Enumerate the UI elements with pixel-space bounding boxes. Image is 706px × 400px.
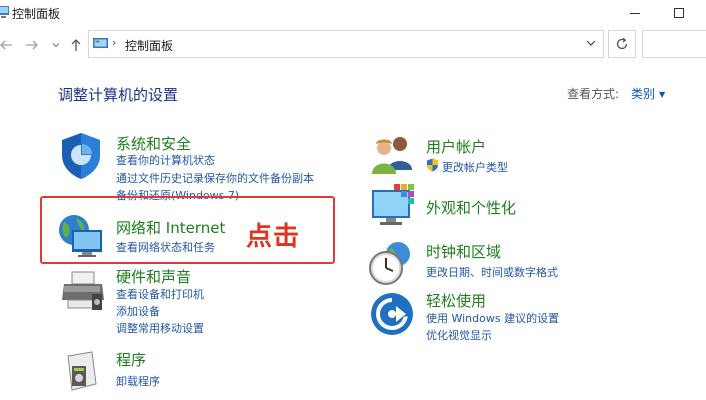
link-change-account-type[interactable]: 更改帐户类型	[442, 159, 508, 175]
minimize-button[interactable]	[612, 0, 658, 26]
link-add-device[interactable]: 添加设备	[116, 303, 160, 319]
link-recommended-settings[interactable]: 使用 Windows 建议的设置	[426, 310, 559, 326]
control-panel-icon	[0, 6, 9, 18]
view-by-label: 查看方式:	[567, 87, 620, 101]
refresh-icon	[616, 37, 628, 50]
annotation-click-label: 点击	[246, 222, 301, 252]
back-arrow-icon	[0, 40, 12, 50]
uac-shield-icon	[427, 158, 438, 172]
ease-of-access-icon[interactable]	[370, 292, 414, 336]
category-clock-region[interactable]: 时钟和区域	[426, 241, 501, 262]
forward-arrow-icon	[26, 40, 38, 50]
clock-globe-icon[interactable]	[368, 240, 414, 286]
control-panel-icon	[93, 38, 108, 48]
back-button[interactable]	[0, 35, 16, 55]
category-ease-of-access[interactable]: 轻松使用	[426, 290, 486, 311]
appearance-icon[interactable]	[370, 184, 418, 230]
chevron-down-icon[interactable]	[585, 37, 597, 49]
address-bar[interactable]: › 控制面板	[88, 30, 604, 58]
minimize-icon	[630, 13, 640, 14]
user-accounts-icon[interactable]	[370, 134, 416, 174]
page-title: 调整计算机的设置	[58, 86, 179, 104]
view-by-dropdown[interactable]: 类别	[631, 85, 655, 102]
link-mobility-settings[interactable]: 调整常用移动设置	[116, 320, 204, 336]
link-file-history-backup[interactable]: 通过文件历史记录保存你的文件备份副本	[116, 170, 314, 186]
up-button[interactable]	[66, 35, 86, 55]
category-system-security[interactable]: 系统和安全	[116, 133, 191, 154]
category-user-accounts[interactable]: 用户帐户	[426, 136, 486, 157]
breadcrumb-control-panel[interactable]: 控制面板	[125, 37, 173, 54]
window-title: 控制面板	[12, 7, 61, 21]
link-date-time-format[interactable]: 更改日期、时间或数字格式	[426, 264, 558, 280]
caret-down-icon[interactable]: ▼	[659, 90, 665, 99]
link-view-computer-status[interactable]: 查看你的计算机状态	[116, 152, 215, 168]
search-input[interactable]	[642, 30, 706, 58]
breadcrumb-separator[interactable]: ›	[112, 36, 116, 49]
link-devices-printers[interactable]: 查看设备和打印机	[116, 286, 204, 302]
forward-button[interactable]	[22, 35, 42, 55]
maximize-button[interactable]	[656, 0, 702, 26]
programs-icon[interactable]	[62, 348, 102, 392]
security-shield-icon[interactable]	[58, 131, 104, 181]
printer-icon[interactable]	[60, 270, 106, 312]
link-optimize-display[interactable]: 优化视觉显示	[426, 327, 492, 343]
category-hardware-sound[interactable]: 硬件和声音	[116, 266, 191, 287]
refresh-button[interactable]	[608, 30, 636, 58]
category-programs[interactable]: 程序	[116, 349, 146, 370]
chevron-down-icon	[52, 43, 60, 48]
maximize-icon	[674, 8, 684, 18]
category-appearance[interactable]: 外观和个性化	[426, 197, 516, 218]
recent-dropdown-button[interactable]	[46, 35, 66, 55]
title-bar: 控制面板	[0, 0, 706, 26]
up-arrow-icon	[71, 39, 81, 51]
link-uninstall-program[interactable]: 卸载程序	[116, 373, 160, 389]
